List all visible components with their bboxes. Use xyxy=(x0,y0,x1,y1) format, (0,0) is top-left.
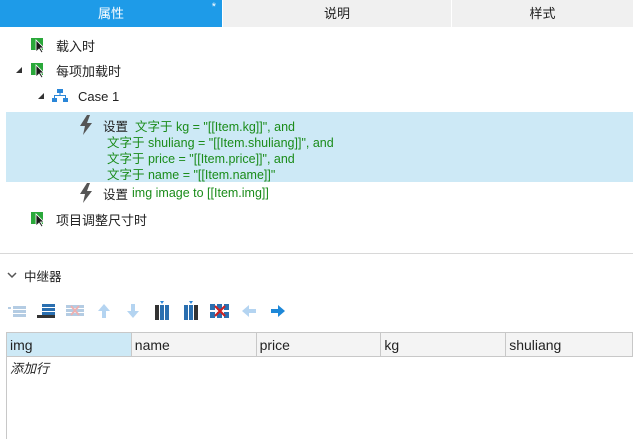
expand-triangle-icon[interactable] xyxy=(36,91,46,101)
tab-notes[interactable]: 说明 xyxy=(222,0,451,27)
insert-row-below-button[interactable] xyxy=(35,301,57,321)
interaction-tree: 载入时 每项加载时 Case 1 设置 文字于 kg = "[[Item.kg]… xyxy=(0,27,633,253)
event-onitemload[interactable]: 每项加载时 xyxy=(14,59,121,81)
move-right-button[interactable] xyxy=(267,301,289,321)
repeater-toolbar xyxy=(6,300,296,322)
modified-mark: * xyxy=(211,1,216,13)
repeater-title: 中继器 xyxy=(24,269,62,284)
insert-column-left-button[interactable] xyxy=(151,301,173,321)
event-cursor-icon xyxy=(31,38,45,54)
insert-column-right-button[interactable] xyxy=(180,301,202,321)
tab-properties-label: 属性 xyxy=(97,6,124,21)
case-icon xyxy=(52,89,68,102)
event-label: 项目调整尺寸时 xyxy=(56,212,148,228)
action-set-text[interactable]: 设置 文字于 kg = "[[Item.kg]]", and 文字于 shuli… xyxy=(6,112,633,182)
event-onload[interactable]: 载入时 xyxy=(30,34,95,56)
action-set-image[interactable]: 设置 img image to [[Item.img]] xyxy=(79,182,269,204)
delete-column-icon xyxy=(210,304,230,318)
action-line: 文字于 name = "[[Item.name]]" xyxy=(107,168,276,182)
action-bolt-icon xyxy=(80,115,92,135)
chevron-down-icon[interactable] xyxy=(6,270,18,280)
event-cursor-icon xyxy=(31,63,45,79)
panel-tabs: 属性 * 说明 样式 xyxy=(0,0,633,27)
column-header-name[interactable]: name xyxy=(131,333,257,357)
insert-column-right-icon xyxy=(184,301,198,320)
delete-row-icon xyxy=(66,305,84,316)
event-label: 每项加载时 xyxy=(56,63,122,79)
insert-column-left-icon xyxy=(155,301,169,320)
repeater-data-grid: img name price kg shuliang 添加行 xyxy=(6,332,633,439)
move-right-icon xyxy=(271,305,285,317)
insert-row-below-icon xyxy=(37,304,55,318)
move-left-button[interactable] xyxy=(238,301,260,321)
move-down-button[interactable] xyxy=(122,301,144,321)
expand-triangle-icon[interactable] xyxy=(14,65,24,75)
tab-style-label: 样式 xyxy=(529,6,556,21)
delete-column-button[interactable] xyxy=(209,301,231,321)
section-divider xyxy=(0,253,633,254)
tab-properties[interactable]: 属性 * xyxy=(0,0,222,27)
action-bolt-icon xyxy=(80,183,92,203)
case-label: Case 1 xyxy=(78,88,120,104)
insert-row-above-button[interactable] xyxy=(6,301,28,321)
tab-style[interactable]: 样式 xyxy=(451,0,633,27)
action-text: img image to [[Item.img]] xyxy=(132,186,269,200)
delete-row-button[interactable] xyxy=(64,301,86,321)
repeater-section-header[interactable]: 中继器 xyxy=(6,266,62,284)
column-header-price[interactable]: price xyxy=(256,333,382,357)
add-row-cell[interactable]: 添加行 xyxy=(7,357,633,381)
case-node[interactable]: Case 1 xyxy=(36,85,119,107)
grid-header-row: img name price kg shuliang xyxy=(7,333,633,357)
move-up-button[interactable] xyxy=(93,301,115,321)
event-cursor-icon xyxy=(31,212,45,228)
move-up-icon xyxy=(98,304,110,318)
event-onitemresize[interactable]: 项目调整尺寸时 xyxy=(30,208,147,230)
move-left-icon xyxy=(242,305,256,317)
insert-row-above-icon xyxy=(8,306,26,317)
move-down-icon xyxy=(127,304,139,318)
column-header-img[interactable]: img xyxy=(7,333,132,357)
column-header-shuliang[interactable]: shuliang xyxy=(506,333,633,357)
column-header-kg[interactable]: kg xyxy=(381,333,507,357)
tab-notes-label: 说明 xyxy=(323,6,350,21)
event-label: 载入时 xyxy=(56,38,96,54)
action-keyword: 设置 xyxy=(103,187,129,202)
